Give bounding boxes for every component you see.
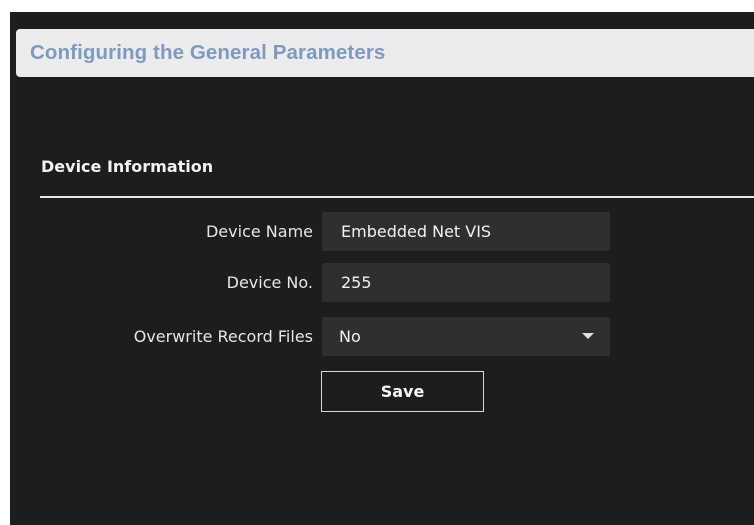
device-no-value: 255: [341, 273, 372, 292]
device-name-label: Device Name: [205, 222, 313, 241]
chevron-down-icon[interactable]: [582, 333, 594, 339]
device-name-field[interactable]: Embedded Net VIS: [322, 212, 610, 251]
device-name-value: Embedded Net VIS: [341, 222, 492, 241]
section-title: Device Information: [41, 157, 214, 176]
device-no-label: Device No.: [226, 273, 313, 292]
page-title: Configuring the General Parameters: [30, 41, 386, 64]
overwrite-record-files-value: No: [339, 327, 361, 346]
screenshot: Configuring the General Parameters Devic…: [0, 0, 754, 525]
overwrite-record-files-select[interactable]: No: [322, 317, 610, 356]
device-no-field[interactable]: 255: [322, 263, 610, 302]
overwrite-record-files-label: Overwrite Record Files: [133, 327, 313, 346]
section-divider: [40, 196, 754, 198]
title-bar: Configuring the General Parameters: [16, 29, 754, 77]
save-button[interactable]: Save: [321, 371, 484, 412]
